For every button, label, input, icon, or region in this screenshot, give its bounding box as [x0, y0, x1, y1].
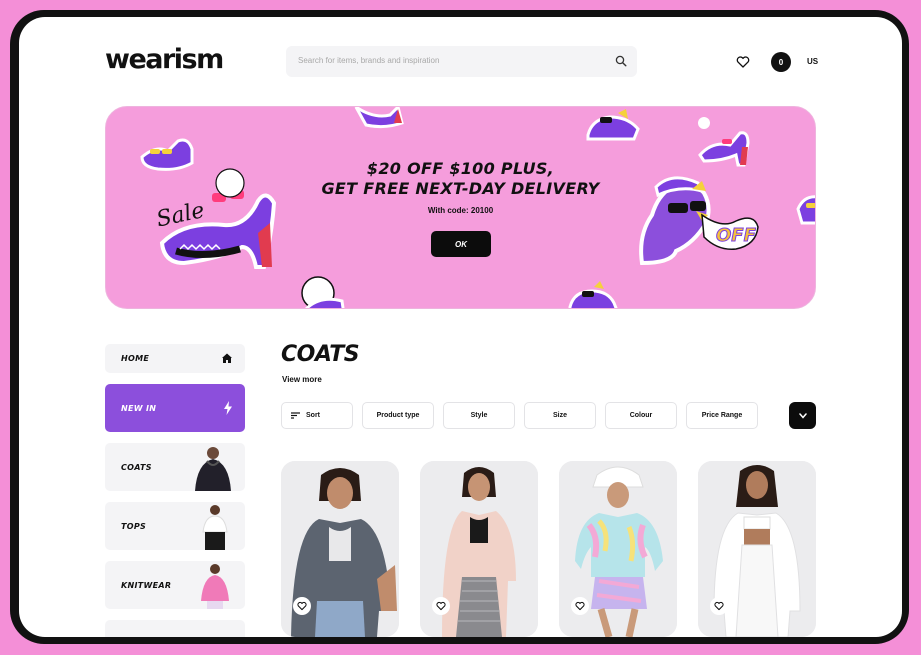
filter-label: Price Range [701, 412, 743, 419]
product-card[interactable] [281, 461, 399, 637]
sidebar-item-label: KNITWEAR [121, 581, 172, 590]
banner-headline: $20 OFF $100 PLUS, GET FREE NEXT-DAY DEL… [106, 159, 815, 199]
region-selector[interactable]: US [807, 57, 818, 66]
sidebar-item-tops[interactable]: TOPS [105, 502, 245, 550]
card-wishlist-button[interactable] [571, 597, 589, 615]
heart-icon [575, 601, 585, 611]
product-card[interactable] [420, 461, 538, 637]
small-shoe-sticker-bottom [301, 276, 345, 308]
product-card[interactable] [559, 461, 677, 637]
heart-icon [714, 601, 724, 611]
filter-price-range[interactable]: Price Range [686, 402, 758, 429]
filter-expand-button[interactable] [789, 402, 816, 429]
knitwear-thumbnail [201, 564, 229, 609]
filter-label: Size [552, 412, 567, 419]
off-sticker-text: OFF [716, 225, 757, 246]
filter-style[interactable]: Style [443, 402, 515, 429]
small-dog-sticker-topright [586, 109, 640, 141]
sidebar-item-knitwear[interactable]: KNITWEAR [105, 561, 245, 609]
sidebar-item-coats[interactable]: COATS [105, 443, 245, 491]
filter-product-type[interactable]: Product type [362, 402, 434, 429]
top-thumbnail [202, 505, 228, 550]
search-icon[interactable] [615, 55, 627, 67]
card-wishlist-button[interactable] [432, 597, 450, 615]
sidebar-item-label: TOPS [121, 522, 147, 531]
chevron-down-icon [798, 412, 807, 419]
page-title: COATS [281, 342, 360, 367]
heart-icon [436, 601, 446, 611]
sidebar-item-label: COATS [121, 463, 152, 472]
banner-headline-line1: $20 OFF $100 PLUS, [366, 159, 555, 178]
search-placeholder: Search for items, brands and inspiration [298, 56, 440, 65]
small-shoe-sticker-top [354, 107, 404, 129]
filter-label: Style [470, 412, 488, 419]
filter-sort-button[interactable]: Sort [281, 402, 353, 429]
filter-label: Product type [376, 412, 420, 419]
card-wishlist-button[interactable] [293, 597, 311, 615]
sidebar-item-home[interactable]: HOME [105, 344, 245, 373]
banner-promo-code: With code: 20100 [427, 206, 494, 215]
sidebar-item-partial[interactable] [105, 620, 245, 637]
card-wishlist-button[interactable] [710, 597, 728, 615]
wishlist-heart-icon[interactable] [736, 55, 750, 69]
view-more-link[interactable]: View more [282, 375, 322, 384]
app-screen: wearism Search for items, brands and ins… [19, 17, 902, 637]
sort-icon [291, 412, 300, 419]
brand-logo[interactable]: wearism [105, 44, 224, 75]
filter-label: Colour [629, 412, 653, 419]
heart-icon [297, 601, 307, 611]
sidebar-item-label: NEW IN [121, 404, 157, 413]
small-dog-sticker-bottom [568, 281, 618, 308]
promo-banner: Sale OFF $20 OFF $100 PLUS, GET FREE NEX… [105, 106, 816, 309]
filter-size[interactable]: Size [524, 402, 596, 429]
coat-thumbnail [195, 447, 231, 491]
banner-headline-line2: GET FREE NEXT-DAY DELIVERY [321, 179, 600, 198]
product-card[interactable] [698, 461, 816, 637]
search-input[interactable]: Search for items, brands and inspiration [286, 46, 637, 77]
home-icon [222, 353, 232, 363]
sidebar-item-new-in[interactable]: NEW IN [105, 384, 245, 432]
filter-label: Sort [306, 412, 320, 419]
filter-colour[interactable]: Colour [605, 402, 677, 429]
cart-count-badge[interactable]: 0 [771, 52, 791, 72]
banner-ok-button[interactable]: OK [431, 231, 491, 257]
lightning-icon [224, 401, 232, 415]
sidebar-item-label: HOME [121, 354, 150, 363]
